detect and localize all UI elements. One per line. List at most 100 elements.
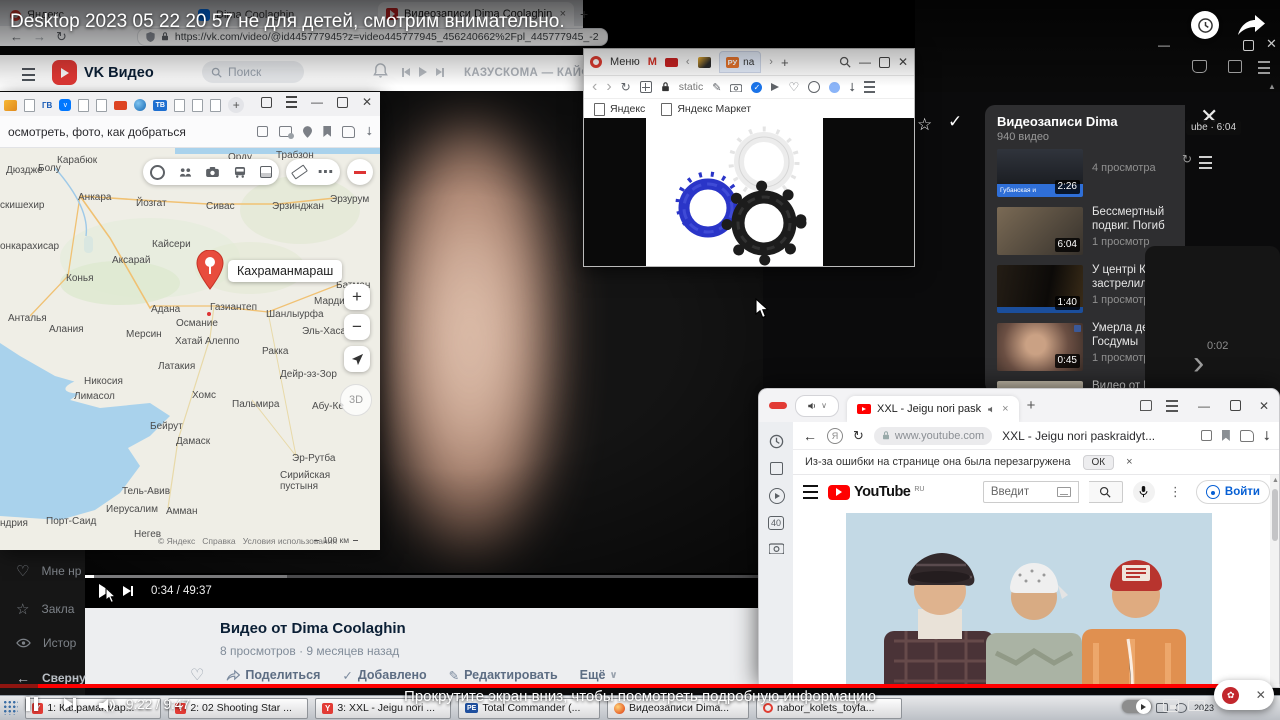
zoom-out-button[interactable]: − bbox=[344, 314, 370, 340]
locate-button[interactable] bbox=[344, 346, 370, 372]
minimize-icon[interactable]: — bbox=[311, 96, 323, 108]
sidebar-item-history[interactable]: Истор bbox=[16, 636, 76, 650]
share-button[interactable]: Поделиться bbox=[226, 668, 320, 682]
yabro-new-tab-icon[interactable]: + bbox=[1027, 397, 1036, 414]
camera-icon[interactable] bbox=[206, 167, 220, 177]
yabro-minimize-icon[interactable]: — bbox=[1198, 400, 1210, 412]
doc-favicon[interactable] bbox=[24, 98, 35, 112]
product-image-panel[interactable] bbox=[646, 118, 823, 266]
collections-icon[interactable] bbox=[342, 125, 356, 138]
maximize-icon[interactable] bbox=[336, 96, 348, 108]
keyboard-icon[interactable] bbox=[1056, 487, 1071, 497]
added-button[interactable]: ✓ Добавлено bbox=[342, 668, 426, 683]
bookmark-yandex[interactable]: Яндекс bbox=[594, 102, 645, 116]
speed-dial-icon[interactable] bbox=[639, 81, 652, 93]
doc-favicon[interactable] bbox=[174, 98, 186, 112]
yabro-reload-icon[interactable]: ↻ bbox=[853, 428, 864, 444]
opera-download-icon[interactable]: ⭣ bbox=[849, 80, 855, 95]
opera-search-icon[interactable] bbox=[839, 56, 851, 68]
doc-favicon[interactable] bbox=[96, 98, 108, 112]
scroll-thumb[interactable] bbox=[1272, 489, 1278, 541]
yabro-url-pill[interactable]: www.youtube.com bbox=[873, 426, 993, 445]
tab-scroll-left-icon[interactable]: ‹ bbox=[686, 56, 690, 68]
pocket-icon[interactable] bbox=[1192, 60, 1207, 73]
yt-more-icon[interactable]: ⋮ bbox=[1169, 484, 1182, 500]
start-button-icon[interactable] bbox=[4, 701, 18, 715]
reload-mini-icon[interactable]: ↻ bbox=[1182, 152, 1192, 166]
scroll-up-icon[interactable]: ▲ bbox=[1272, 477, 1279, 484]
opera-url-text[interactable]: static bbox=[679, 81, 704, 93]
autoplay-toggle[interactable] bbox=[1122, 699, 1152, 714]
gv-favicon[interactable]: ГВ bbox=[42, 101, 52, 110]
close-icon[interactable]: ✕ bbox=[362, 96, 372, 108]
page-scroll-up-icon[interactable]: ▲ bbox=[1268, 82, 1276, 91]
map-logo-pill[interactable] bbox=[347, 159, 373, 185]
opera-minimize-icon[interactable]: — bbox=[859, 56, 871, 68]
youtube-logo[interactable]: YouTube RU bbox=[828, 484, 925, 500]
download-icon[interactable]: ⭣ bbox=[366, 124, 372, 139]
downloads-badge[interactable]: 40 bbox=[768, 516, 785, 530]
yabro-close-icon[interactable]: ✕ bbox=[1259, 400, 1269, 412]
yt-video-thumbnail[interactable] bbox=[846, 513, 1212, 687]
playlist-item[interactable]: Губанская и 2:26 4 просмотра bbox=[997, 147, 1177, 199]
edit-page-icon[interactable]: ✎ bbox=[712, 81, 721, 94]
prev-track-icon[interactable] bbox=[402, 67, 410, 77]
map-pin-icon[interactable] bbox=[196, 250, 224, 290]
map-pin-label[interactable]: Кахраманмараш bbox=[228, 260, 343, 282]
more-button[interactable]: Ещё ∨ bbox=[580, 668, 618, 682]
gmail-icon[interactable]: M bbox=[648, 56, 657, 68]
browser-minimize-icon[interactable]: — bbox=[1158, 38, 1170, 52]
extension-badge-icon[interactable]: ✿ bbox=[1222, 686, 1240, 704]
next-track-icon[interactable] bbox=[436, 67, 444, 77]
extension-icon[interactable] bbox=[1228, 60, 1242, 73]
yabro-maximize-icon[interactable] bbox=[1229, 400, 1241, 411]
comment-badge-icon[interactable] bbox=[279, 126, 295, 139]
playlist-toggle-icon[interactable] bbox=[1199, 156, 1212, 169]
player-volume-icon[interactable] bbox=[98, 698, 115, 713]
player-video-title[interactable]: Desktop 2023 05 22 20 57 не для детей, с… bbox=[10, 11, 565, 33]
yabro-active-tab[interactable]: XXL - Jeigu nori pask × bbox=[847, 396, 1019, 422]
picture-favicon[interactable] bbox=[4, 99, 17, 111]
zoom-in-button[interactable]: + bbox=[344, 284, 370, 310]
send-icon[interactable] bbox=[771, 83, 780, 91]
bookmark-flag-icon[interactable] bbox=[323, 126, 332, 137]
yabro-menu-icon[interactable] bbox=[1165, 399, 1178, 412]
screenshot-icon[interactable] bbox=[769, 542, 784, 554]
miniplayer-icon[interactable] bbox=[1163, 699, 1179, 712]
vk-menu-icon[interactable] bbox=[22, 68, 35, 81]
yt-guide-icon[interactable] bbox=[803, 485, 818, 499]
vk-next-button[interactable] bbox=[123, 586, 133, 596]
browser-restore-icon[interactable] bbox=[1243, 40, 1254, 51]
snapshot-icon[interactable] bbox=[730, 83, 743, 92]
tv-favicon[interactable]: ТВ bbox=[153, 99, 168, 111]
copy-link-icon[interactable] bbox=[1200, 430, 1212, 441]
globe-favicon[interactable] bbox=[134, 99, 147, 111]
notification-ok-button[interactable]: ОК bbox=[1082, 454, 1115, 470]
more-dots-icon[interactable]: ⋯ bbox=[318, 162, 335, 182]
vk-logo[interactable]: VK Видео bbox=[52, 60, 154, 85]
yt-search-button[interactable] bbox=[1088, 481, 1123, 503]
maps-address-title[interactable]: осмотреть, фото, как добраться bbox=[8, 125, 257, 139]
vk-now-playing[interactable]: КАЗУСКОМА — КАЙФ bbox=[464, 67, 592, 79]
tab-overview-icon[interactable] bbox=[260, 96, 272, 108]
yt-mic-button[interactable] bbox=[1132, 481, 1155, 503]
doc-favicon[interactable] bbox=[192, 98, 204, 112]
yt-search-input[interactable]: Введит bbox=[982, 481, 1079, 503]
picture-tab-icon[interactable] bbox=[697, 56, 711, 68]
video-panel-icon[interactable] bbox=[769, 488, 785, 504]
bookmark-flag-icon[interactable] bbox=[1221, 430, 1230, 441]
red-ext-icon[interactable] bbox=[664, 57, 678, 67]
map-3d-button[interactable]: 3D bbox=[340, 384, 372, 416]
tab-mute-pill[interactable]: ∨ bbox=[795, 394, 839, 417]
browser-menu-icon[interactable] bbox=[1258, 61, 1270, 74]
opera-menu-label[interactable]: Меню bbox=[610, 56, 640, 68]
people-icon[interactable] bbox=[179, 167, 192, 178]
edit-button[interactable]: ✎ Редактировать bbox=[449, 668, 558, 683]
copy-icon[interactable] bbox=[257, 126, 269, 137]
panorama-icon[interactable] bbox=[150, 164, 166, 180]
like-icon[interactable]: ♡ bbox=[190, 665, 204, 685]
doc-favicon[interactable] bbox=[210, 98, 222, 112]
yt-scrollbar[interactable]: ▲ bbox=[1270, 475, 1279, 687]
opera-new-tab-icon[interactable]: + bbox=[781, 55, 789, 70]
collections-icon[interactable] bbox=[1239, 429, 1254, 442]
